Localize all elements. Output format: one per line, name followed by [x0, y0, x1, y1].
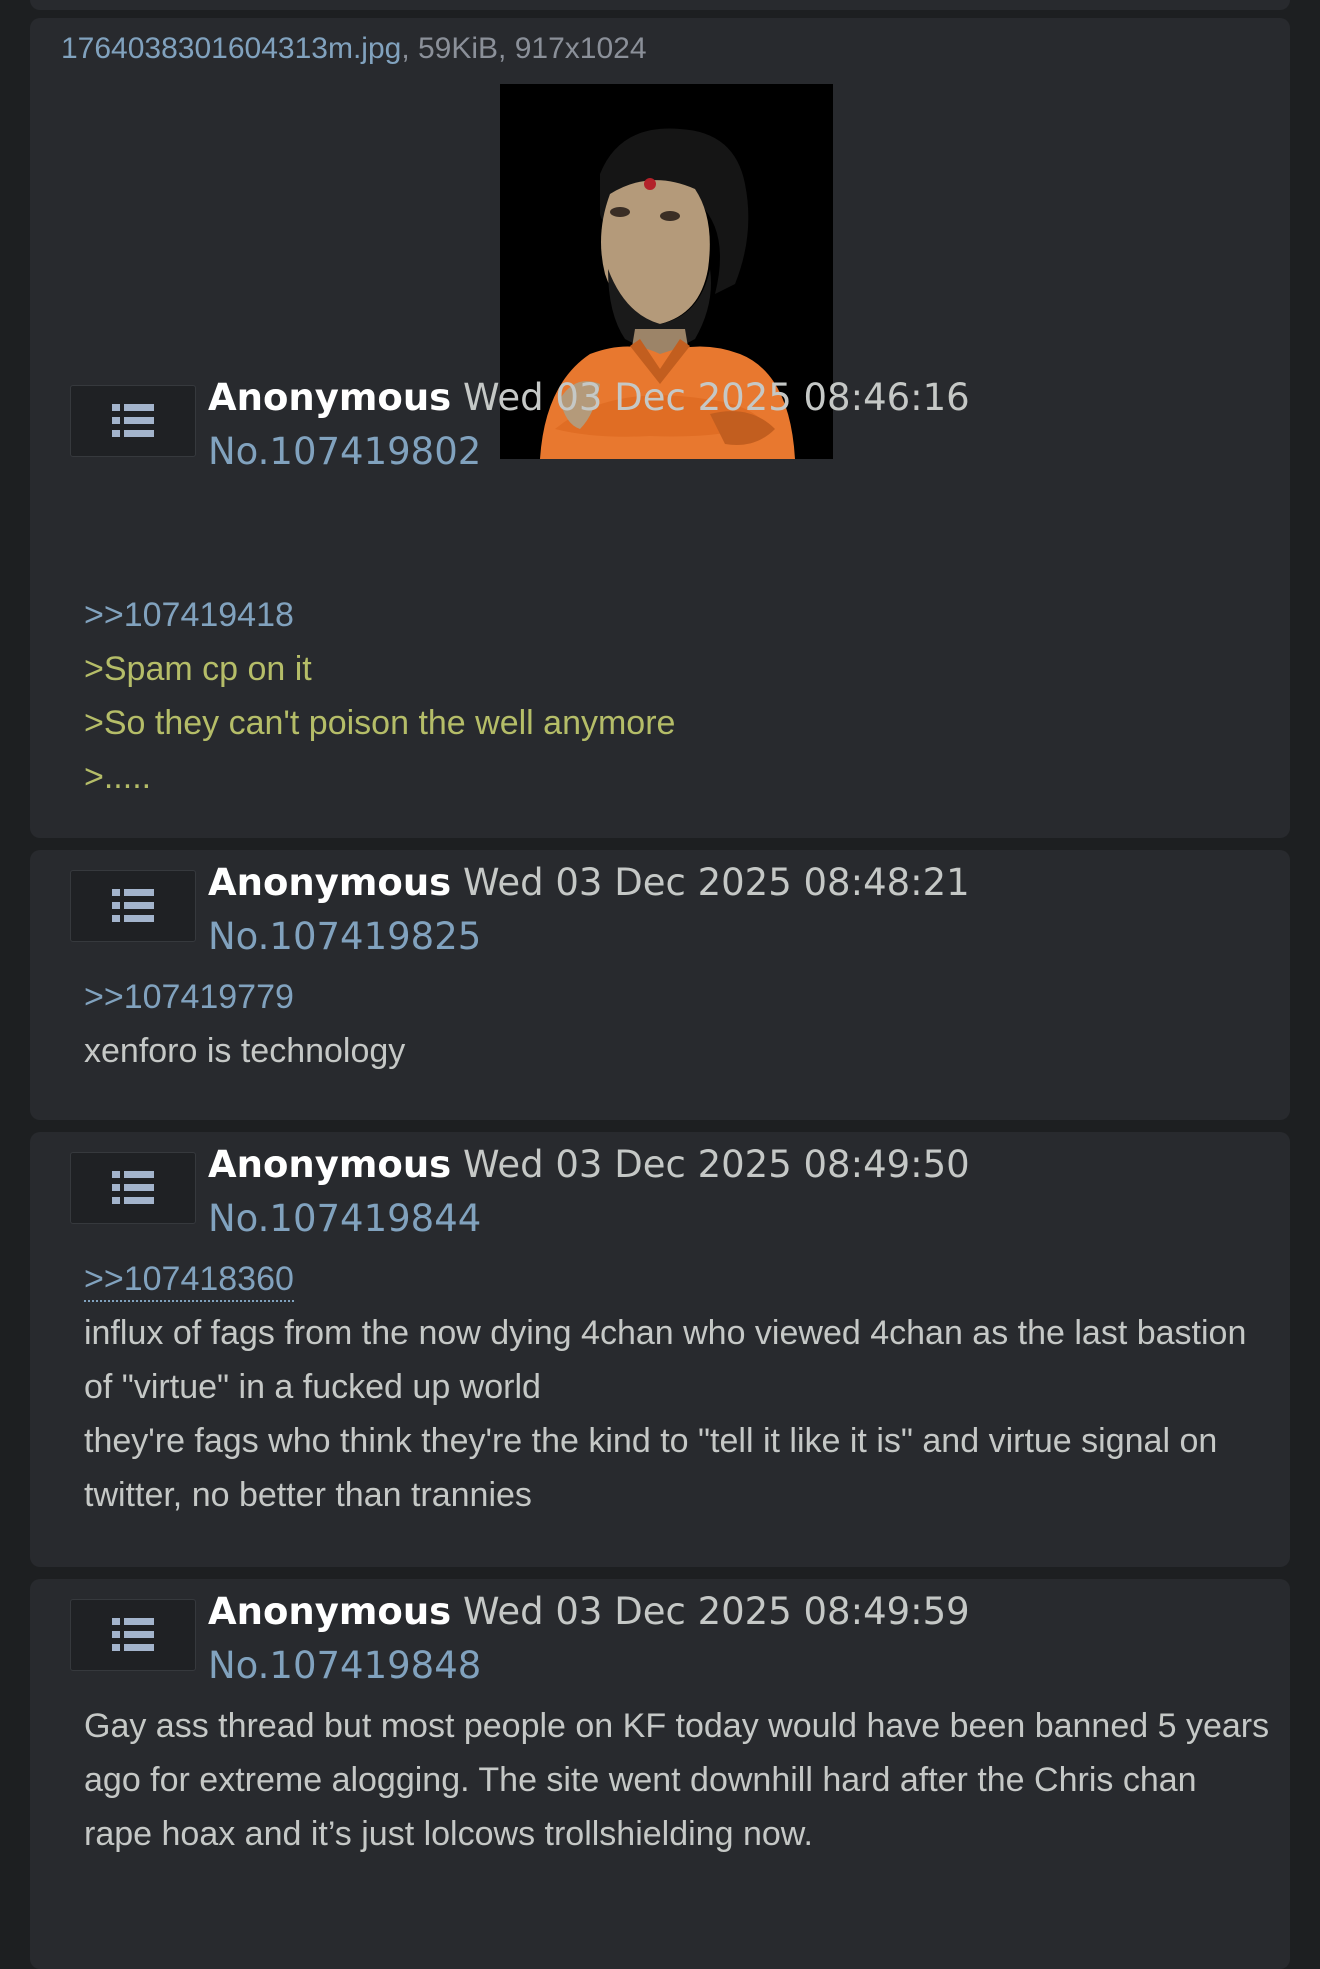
- poster-name: Anonymous: [208, 1143, 452, 1186]
- list-menu-icon: [112, 1171, 154, 1204]
- post-header: Anonymous Wed 03 Dec 2025 08:48:21: [208, 861, 970, 905]
- greentext-line: >.....: [84, 758, 152, 796]
- file-name-link[interactable]: 1764038301604313m.jpg: [61, 32, 401, 65]
- post-menu-button[interactable]: [70, 1152, 196, 1224]
- post: Anonymous Wed 03 Dec 2025 08:48:21 No.10…: [30, 850, 1290, 1120]
- post-header: Anonymous Wed 03 Dec 2025 08:49:50: [208, 1143, 970, 1187]
- post-date: Wed 03 Dec 2025 08:49:50: [462, 1143, 970, 1186]
- greentext-line: >So they can't poison the well anymore: [84, 704, 676, 742]
- previous-post-edge: [30, 0, 1290, 10]
- post-body: >>107418360 influx of fags from the now …: [84, 1252, 1270, 1522]
- post-menu-button[interactable]: [70, 385, 196, 457]
- poster-name: Anonymous: [208, 861, 452, 904]
- greentext-line: >Spam cp on it: [84, 650, 312, 688]
- post-date: Wed 03 Dec 2025 08:46:16: [462, 376, 970, 419]
- list-menu-icon: [112, 889, 154, 922]
- quote-link[interactable]: >>107419418: [84, 588, 1270, 642]
- post-header: Anonymous Wed 03 Dec 2025 08:46:16: [208, 376, 970, 420]
- post: Anonymous Wed 03 Dec 2025 08:49:59 No.10…: [30, 1579, 1290, 1969]
- post: Anonymous Wed 03 Dec 2025 08:49:50 No.10…: [30, 1132, 1290, 1567]
- post-text-line: influx of fags from the now dying 4chan …: [84, 1314, 1247, 1406]
- post-menu-button[interactable]: [70, 870, 196, 942]
- post-text-line: Gay ass thread but most people on KF tod…: [84, 1707, 1270, 1853]
- quote-link[interactable]: >>107419779: [84, 970, 1270, 1024]
- post-number[interactable]: No.107419825: [208, 915, 481, 959]
- poster-name: Anonymous: [208, 376, 452, 419]
- post-date: Wed 03 Dec 2025 08:48:21: [462, 861, 970, 904]
- post-number[interactable]: No.107419848: [208, 1644, 481, 1688]
- list-menu-icon: [112, 1618, 154, 1651]
- list-menu-icon: [112, 404, 154, 437]
- post-body: Gay ass thread but most people on KF tod…: [84, 1699, 1270, 1861]
- file-meta: , 59KiB, 917x1024: [401, 32, 647, 65]
- poster-name: Anonymous: [208, 1590, 452, 1633]
- post-number[interactable]: No.107419844: [208, 1197, 481, 1241]
- quote-link[interactable]: >>107418360: [84, 1260, 294, 1302]
- post-date: Wed 03 Dec 2025 08:49:59: [462, 1590, 970, 1633]
- file-info: 1764038301604313m.jpg, 59KiB, 917x1024: [61, 32, 647, 66]
- post: 1764038301604313m.jpg, 59KiB, 917x1024 A…: [30, 18, 1290, 838]
- post-number[interactable]: No.107419802: [208, 430, 481, 474]
- post-body: >>107419779 xenforo is technology: [84, 970, 1270, 1078]
- post-header: Anonymous Wed 03 Dec 2025 08:49:59: [208, 1590, 970, 1634]
- post-text-line: xenforo is technology: [84, 1032, 406, 1070]
- post-menu-button[interactable]: [70, 1599, 196, 1671]
- post-text-line: they're fags who think they're the kind …: [84, 1422, 1218, 1514]
- post-body: >>107419418 >Spam cp on it >So they can'…: [84, 588, 1270, 804]
